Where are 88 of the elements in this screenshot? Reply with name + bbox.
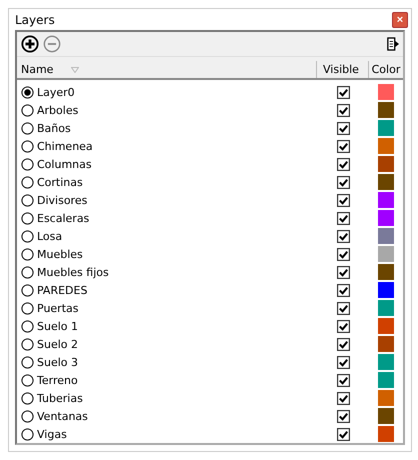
- visible-checkbox[interactable]: [336, 140, 350, 152]
- layer-name: Muebles: [37, 248, 83, 260]
- color-swatch[interactable]: [378, 318, 394, 334]
- layer-name: Ventanas: [37, 410, 88, 422]
- add-icon[interactable]: [21, 35, 39, 53]
- radio-button[interactable]: [21, 230, 34, 242]
- color-swatch[interactable]: [378, 300, 394, 316]
- visible-checkbox[interactable]: [336, 320, 350, 332]
- visible-checkbox[interactable]: [336, 338, 350, 350]
- radio-button[interactable]: [21, 194, 34, 206]
- visible-checkbox[interactable]: [336, 122, 350, 134]
- visible-checkbox[interactable]: [336, 230, 350, 242]
- layer-name: Escaleras: [37, 212, 90, 224]
- color-column-header[interactable]: Color: [369, 61, 403, 78]
- radio-button[interactable]: [21, 320, 34, 332]
- layer-name: Chimenea: [37, 140, 93, 152]
- layer-name: Tuberias: [37, 392, 83, 404]
- color-swatch[interactable]: [378, 102, 394, 118]
- visible-checkbox[interactable]: [336, 266, 350, 278]
- color-swatch[interactable]: [378, 354, 394, 370]
- layer-name: Terreno: [37, 374, 78, 386]
- visible-checkbox[interactable]: [336, 86, 350, 98]
- layer-name: Losa: [37, 230, 62, 242]
- layer-name: Vigas: [37, 428, 67, 440]
- visible-checkbox[interactable]: [336, 104, 350, 116]
- layer-name: Muebles fijos: [37, 266, 109, 278]
- color-swatch[interactable]: [378, 264, 394, 280]
- radio-button[interactable]: [21, 374, 34, 386]
- color-swatch[interactable]: [378, 138, 394, 154]
- color-swatch[interactable]: [378, 336, 394, 352]
- color-swatch[interactable]: [378, 426, 394, 442]
- radio-button[interactable]: [21, 122, 34, 134]
- radio-button[interactable]: [21, 86, 34, 98]
- layer-name: PAREDES: [37, 284, 88, 296]
- visible-checkbox[interactable]: [336, 392, 350, 404]
- radio-button[interactable]: [21, 140, 34, 152]
- radio-button[interactable]: [21, 392, 34, 404]
- radio-button[interactable]: [21, 158, 34, 170]
- visible-checkbox[interactable]: [336, 284, 350, 296]
- color-swatch[interactable]: [378, 192, 394, 208]
- details-icon[interactable]: [387, 36, 399, 52]
- layer-name: Suelo 2: [37, 338, 78, 350]
- visible-checkbox[interactable]: [336, 410, 350, 422]
- radio-button[interactable]: [21, 302, 34, 314]
- color-swatch[interactable]: [378, 282, 394, 298]
- close-button[interactable]: ×: [392, 12, 408, 28]
- color-swatch[interactable]: [378, 228, 394, 244]
- visible-checkbox[interactable]: [336, 248, 350, 260]
- radio-button[interactable]: [21, 104, 34, 116]
- radio-button[interactable]: [21, 410, 34, 422]
- layer-name: Baños: [37, 122, 71, 134]
- sort-icon: [71, 66, 80, 72]
- color-swatch[interactable]: [378, 390, 394, 406]
- color-swatch[interactable]: [378, 210, 394, 226]
- radio-button[interactable]: [21, 284, 34, 296]
- layer-name: Columnas: [37, 158, 92, 170]
- radio-button[interactable]: [21, 356, 34, 368]
- radio-button[interactable]: [21, 176, 34, 188]
- radio-button[interactable]: [21, 248, 34, 260]
- visible-checkbox[interactable]: [336, 356, 350, 368]
- visible-checkbox[interactable]: [336, 158, 350, 170]
- color-swatch[interactable]: [378, 372, 394, 388]
- layer-name: Layer0: [37, 86, 75, 98]
- name-column-header[interactable]: Name: [17, 61, 317, 78]
- visible-checkbox[interactable]: [336, 194, 350, 206]
- radio-button[interactable]: [21, 428, 34, 440]
- radio-button[interactable]: [21, 266, 34, 278]
- color-swatch[interactable]: [378, 408, 394, 424]
- visible-column-header[interactable]: Visible: [317, 61, 369, 78]
- visible-checkbox[interactable]: [336, 212, 350, 224]
- radio-button[interactable]: [21, 338, 34, 350]
- visible-checkbox[interactable]: [336, 374, 350, 386]
- visible-checkbox[interactable]: [336, 302, 350, 314]
- color-swatch[interactable]: [378, 120, 394, 136]
- layer-name: Cortinas: [37, 176, 83, 188]
- color-swatch[interactable]: [378, 246, 394, 262]
- window-title: Layers: [15, 12, 56, 26]
- color-swatch[interactable]: [378, 84, 394, 100]
- color-swatch[interactable]: [378, 174, 394, 190]
- radio-button[interactable]: [21, 212, 34, 224]
- layer-name: Divisores: [37, 194, 88, 206]
- layer-name: Puertas: [37, 302, 78, 314]
- visible-checkbox[interactable]: [336, 428, 350, 440]
- visible-checkbox[interactable]: [336, 176, 350, 188]
- layer-name: Suelo 3: [37, 356, 78, 368]
- color-swatch[interactable]: [378, 156, 394, 172]
- layer-name: Arboles: [37, 104, 78, 116]
- layer-name: Suelo 1: [37, 320, 78, 332]
